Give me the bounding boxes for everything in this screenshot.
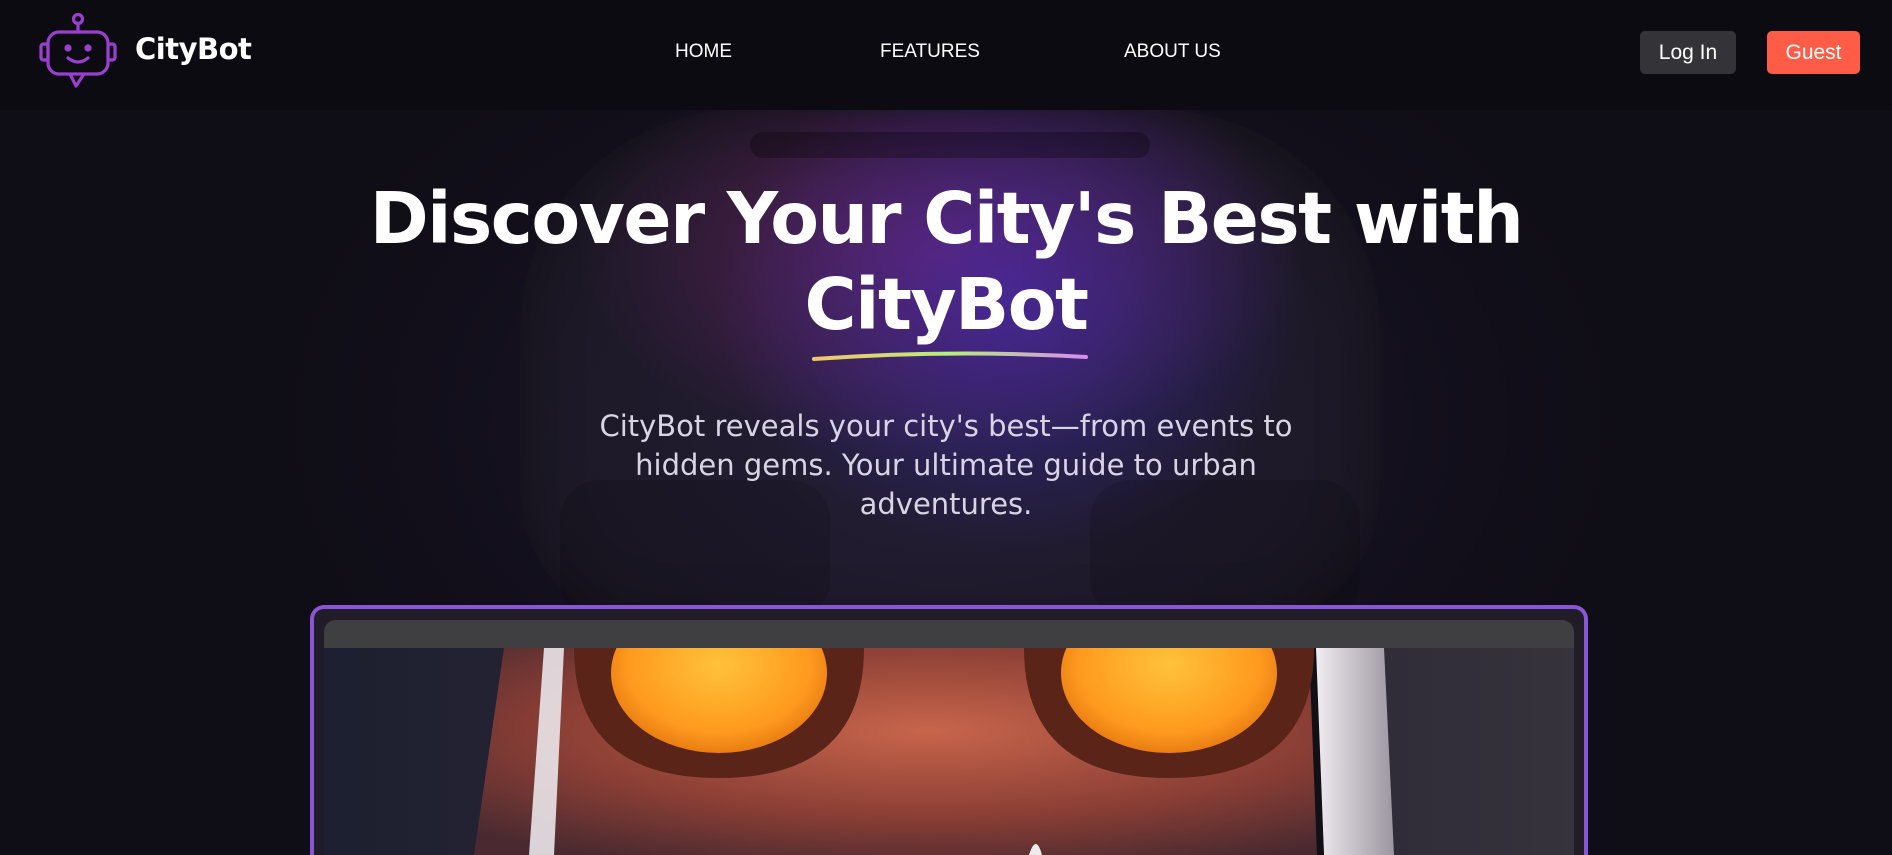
landing-page: CityBot HOME FEATURES ABOUT US Log In Gu… [0, 0, 1892, 855]
robot-face-graphic [474, 648, 1394, 855]
nav-link-features[interactable]: FEATURES [880, 41, 980, 63]
nav-link-home[interactable]: HOME [675, 41, 732, 63]
top-navbar: CityBot HOME FEATURES ABOUT US Log In Gu… [0, 0, 1892, 110]
preview-window-bar [324, 620, 1574, 648]
brand-name[interactable]: CityBot [135, 32, 252, 66]
hero-title-line-1: Discover Your City's Best with [369, 177, 1524, 260]
login-button[interactable]: Log In [1640, 31, 1736, 74]
hero-title-underline [812, 351, 1088, 361]
nav-link-about-us[interactable]: ABOUT US [1124, 41, 1221, 63]
robot-chat-icon[interactable] [38, 12, 118, 90]
hero-title-line-2: CityBot [804, 263, 1090, 346]
hero-title: Discover Your City's Best with CityBot [246, 176, 1646, 348]
hero-subtitle: CityBot reveals your city's best—from ev… [599, 409, 1293, 521]
robot-face-illustration [324, 648, 1574, 855]
background-robot-visor-bar [750, 132, 1150, 158]
guest-button[interactable]: Guest [1767, 31, 1860, 74]
